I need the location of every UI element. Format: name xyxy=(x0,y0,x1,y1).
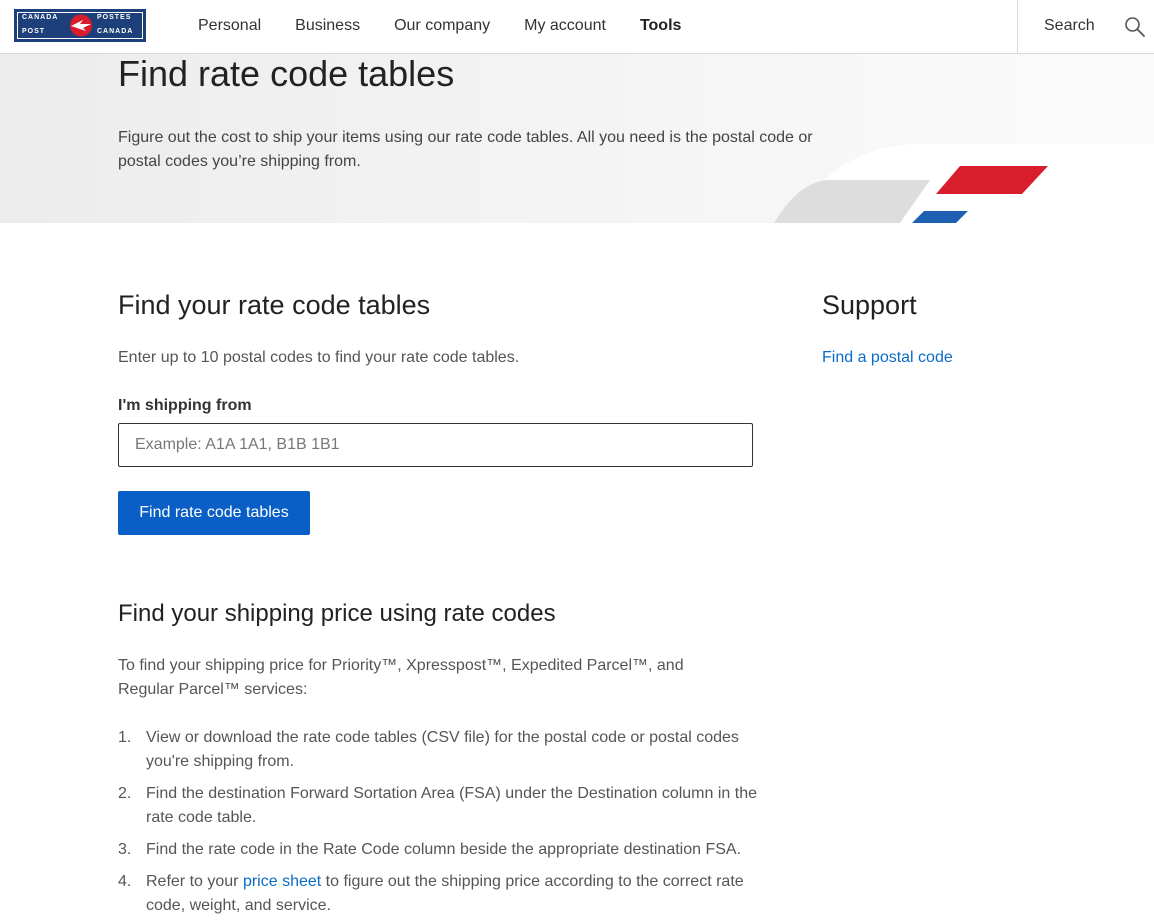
pricing-section-title: Find your shipping price using rate code… xyxy=(118,600,556,627)
step-text: Find the rate code in the Rate Code colu… xyxy=(146,841,742,858)
step-text-before: Refer to your xyxy=(146,873,243,890)
nav-our-company[interactable]: Our company xyxy=(394,16,490,36)
step-number: 1. xyxy=(118,729,132,746)
pricing-steps-list: 1. View or download the rate code tables… xyxy=(118,726,768,921)
pricing-intro-text: To find your shipping price for Priority… xyxy=(118,657,684,698)
find-postal-code-link[interactable]: Find a postal code xyxy=(822,346,953,370)
eagle-icon xyxy=(70,14,92,37)
step-text: View or download the rate code tables (C… xyxy=(146,729,739,770)
form-section-title: Find your rate code tables xyxy=(118,290,431,320)
page-title: Find rate code tables xyxy=(118,54,455,94)
logo-text-postes: POSTES xyxy=(97,14,132,21)
shipping-from-label: I'm shipping from xyxy=(118,397,252,414)
logo-text-post: POST xyxy=(22,28,46,35)
nav-my-account[interactable]: My account xyxy=(524,16,606,36)
support-title: Support xyxy=(822,290,917,320)
search-icon xyxy=(1125,17,1145,37)
form-intro-text: Enter up to 10 postal codes to find your… xyxy=(118,349,520,366)
list-item: 3. Find the rate code in the Rate Code c… xyxy=(118,838,768,862)
search-label: Search xyxy=(1044,17,1095,34)
step-number: 4. xyxy=(118,873,132,890)
step-text: Find the destination Forward Sortation A… xyxy=(146,785,757,826)
find-rate-code-tables-button[interactable]: Find rate code tables xyxy=(118,491,310,535)
list-item: 2. Find the destination Forward Sortatio… xyxy=(118,782,768,830)
site-header: CANADA POSTES POST CANADA Personal Busin… xyxy=(0,0,1154,54)
canada-post-logo[interactable]: CANADA POSTES POST CANADA xyxy=(14,9,146,42)
nav-tools[interactable]: Tools xyxy=(640,16,681,36)
list-item: 4. Refer to your price sheet to figure o… xyxy=(118,870,768,918)
main-nav: Personal Business Our company My account… xyxy=(198,16,715,36)
step-number: 3. xyxy=(118,841,132,858)
logo-text-canada: CANADA xyxy=(22,14,59,21)
step-number: 2. xyxy=(118,785,132,802)
hero-banner: Find rate code tables Figure out the cos… xyxy=(0,54,1154,223)
hero-description: Figure out the cost to ship your items u… xyxy=(118,129,813,170)
search-button[interactable]: Search xyxy=(1017,0,1154,53)
logo-text-canada-fr: CANADA xyxy=(97,28,134,35)
nav-personal[interactable]: Personal xyxy=(198,16,261,36)
brand-stripes-graphic xyxy=(774,144,1154,223)
nav-business[interactable]: Business xyxy=(295,16,360,36)
price-sheet-link[interactable]: price sheet xyxy=(243,873,321,890)
postal-codes-input[interactable] xyxy=(118,423,753,467)
list-item: 1. View or download the rate code tables… xyxy=(118,726,768,774)
